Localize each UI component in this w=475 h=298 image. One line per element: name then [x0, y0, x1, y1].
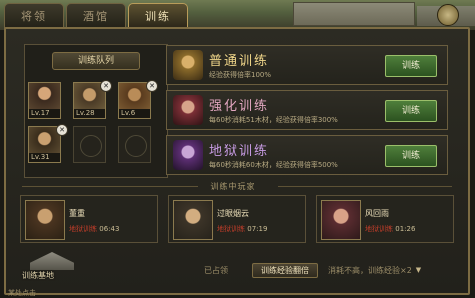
- city-wall-graphic: [293, 2, 415, 26]
- training-base-label: 训练基地: [22, 271, 54, 280]
- option-name: 地狱训练: [209, 144, 270, 159]
- option-desc: 经验获得倍率100%: [209, 71, 272, 79]
- option-normal-training: 普通训练 经验获得倍率100% 训练: [166, 45, 448, 85]
- tab-training[interactable]: 训练: [128, 3, 188, 28]
- empty-slot-icon: [125, 135, 147, 157]
- training-players-title: 训练中玩家: [210, 182, 256, 191]
- general-level: Lv.31: [29, 153, 60, 162]
- remove-icon[interactable]: ✕: [146, 80, 158, 92]
- player-name: 风回雨: [365, 209, 389, 218]
- tab-tavern[interactable]: 酒馆: [66, 3, 126, 28]
- remove-icon[interactable]: ✕: [100, 80, 112, 92]
- player-avatar: [321, 200, 361, 240]
- remove-icon[interactable]: ✕: [56, 124, 68, 136]
- queue-slot-empty[interactable]: [73, 126, 106, 163]
- double-exp-button[interactable]: 训练经验翻倍: [252, 262, 318, 278]
- base-building-icon: [30, 252, 74, 270]
- general-level: Lv.6: [119, 109, 150, 118]
- option-name: 强化训练: [209, 99, 270, 114]
- queue-slot-empty[interactable]: [118, 126, 151, 163]
- occupied-label: 已占领: [204, 265, 228, 275]
- player-name: 董重: [69, 209, 85, 218]
- player-training-info: 地狱训练 01:26: [365, 224, 415, 234]
- training-base-button[interactable]: 训练基地: [22, 252, 84, 282]
- tab-generals[interactable]: 将领: [4, 3, 64, 28]
- queue-slot-1[interactable]: Lv.17: [28, 82, 61, 119]
- training-mode: 地狱训练: [217, 225, 245, 233]
- general-level: Lv.28: [74, 109, 105, 118]
- player-card-1[interactable]: 董重 地狱训练 06:43: [20, 195, 158, 243]
- option-desc: 每60秒消耗51木材，经验获得倍率300%: [209, 116, 338, 124]
- train-button[interactable]: 训练: [385, 145, 437, 167]
- player-training-info: 地狱训练 06:43: [69, 224, 119, 234]
- enhanced-training-icon: [173, 95, 203, 125]
- close-icon[interactable]: [437, 4, 459, 26]
- player-name: 过眼烟云: [217, 209, 249, 218]
- general-level: Lv.17: [29, 109, 60, 118]
- train-button[interactable]: 训练: [385, 55, 437, 77]
- footer-text: 某处点击: [8, 289, 36, 297]
- training-mode: 地狱训练: [69, 225, 97, 233]
- empty-slot-icon: [80, 135, 102, 157]
- normal-training-icon: [173, 50, 203, 80]
- player-avatar: [25, 200, 65, 240]
- dropdown-arrow-icon[interactable]: ▼: [416, 266, 421, 274]
- player-avatar: [173, 200, 213, 240]
- training-time: 06:43: [99, 225, 120, 233]
- option-hell-training: 地狱训练 每60秒消耗60木材，经验获得倍率500% 训练: [166, 135, 448, 175]
- option-desc: 每60秒消耗60木材，经验获得倍率500%: [209, 161, 338, 169]
- general-portrait: [29, 83, 60, 109]
- training-time: 01:26: [395, 225, 416, 233]
- player-card-3[interactable]: 风回雨 地狱训练 01:26: [316, 195, 454, 243]
- hell-training-icon: [173, 140, 203, 170]
- player-card-2[interactable]: 过眼烟云 地狱训练 07:19: [168, 195, 306, 243]
- cost-note: 消耗不高，训练经验×2: [328, 265, 412, 275]
- training-queue-title: 训练队列: [52, 52, 140, 70]
- train-button[interactable]: 训练: [385, 100, 437, 122]
- option-name: 普通训练: [209, 54, 270, 69]
- training-time: 07:19: [247, 225, 268, 233]
- player-training-info: 地狱训练 07:19: [217, 224, 267, 234]
- training-mode: 地狱训练: [365, 225, 393, 233]
- bottom-bar: 已占领 训练经验翻倍 消耗不高，训练经验×2 ▼: [194, 262, 464, 278]
- option-enhanced-training: 强化训练 每60秒消耗51木材，经验获得倍率300% 训练: [166, 90, 448, 130]
